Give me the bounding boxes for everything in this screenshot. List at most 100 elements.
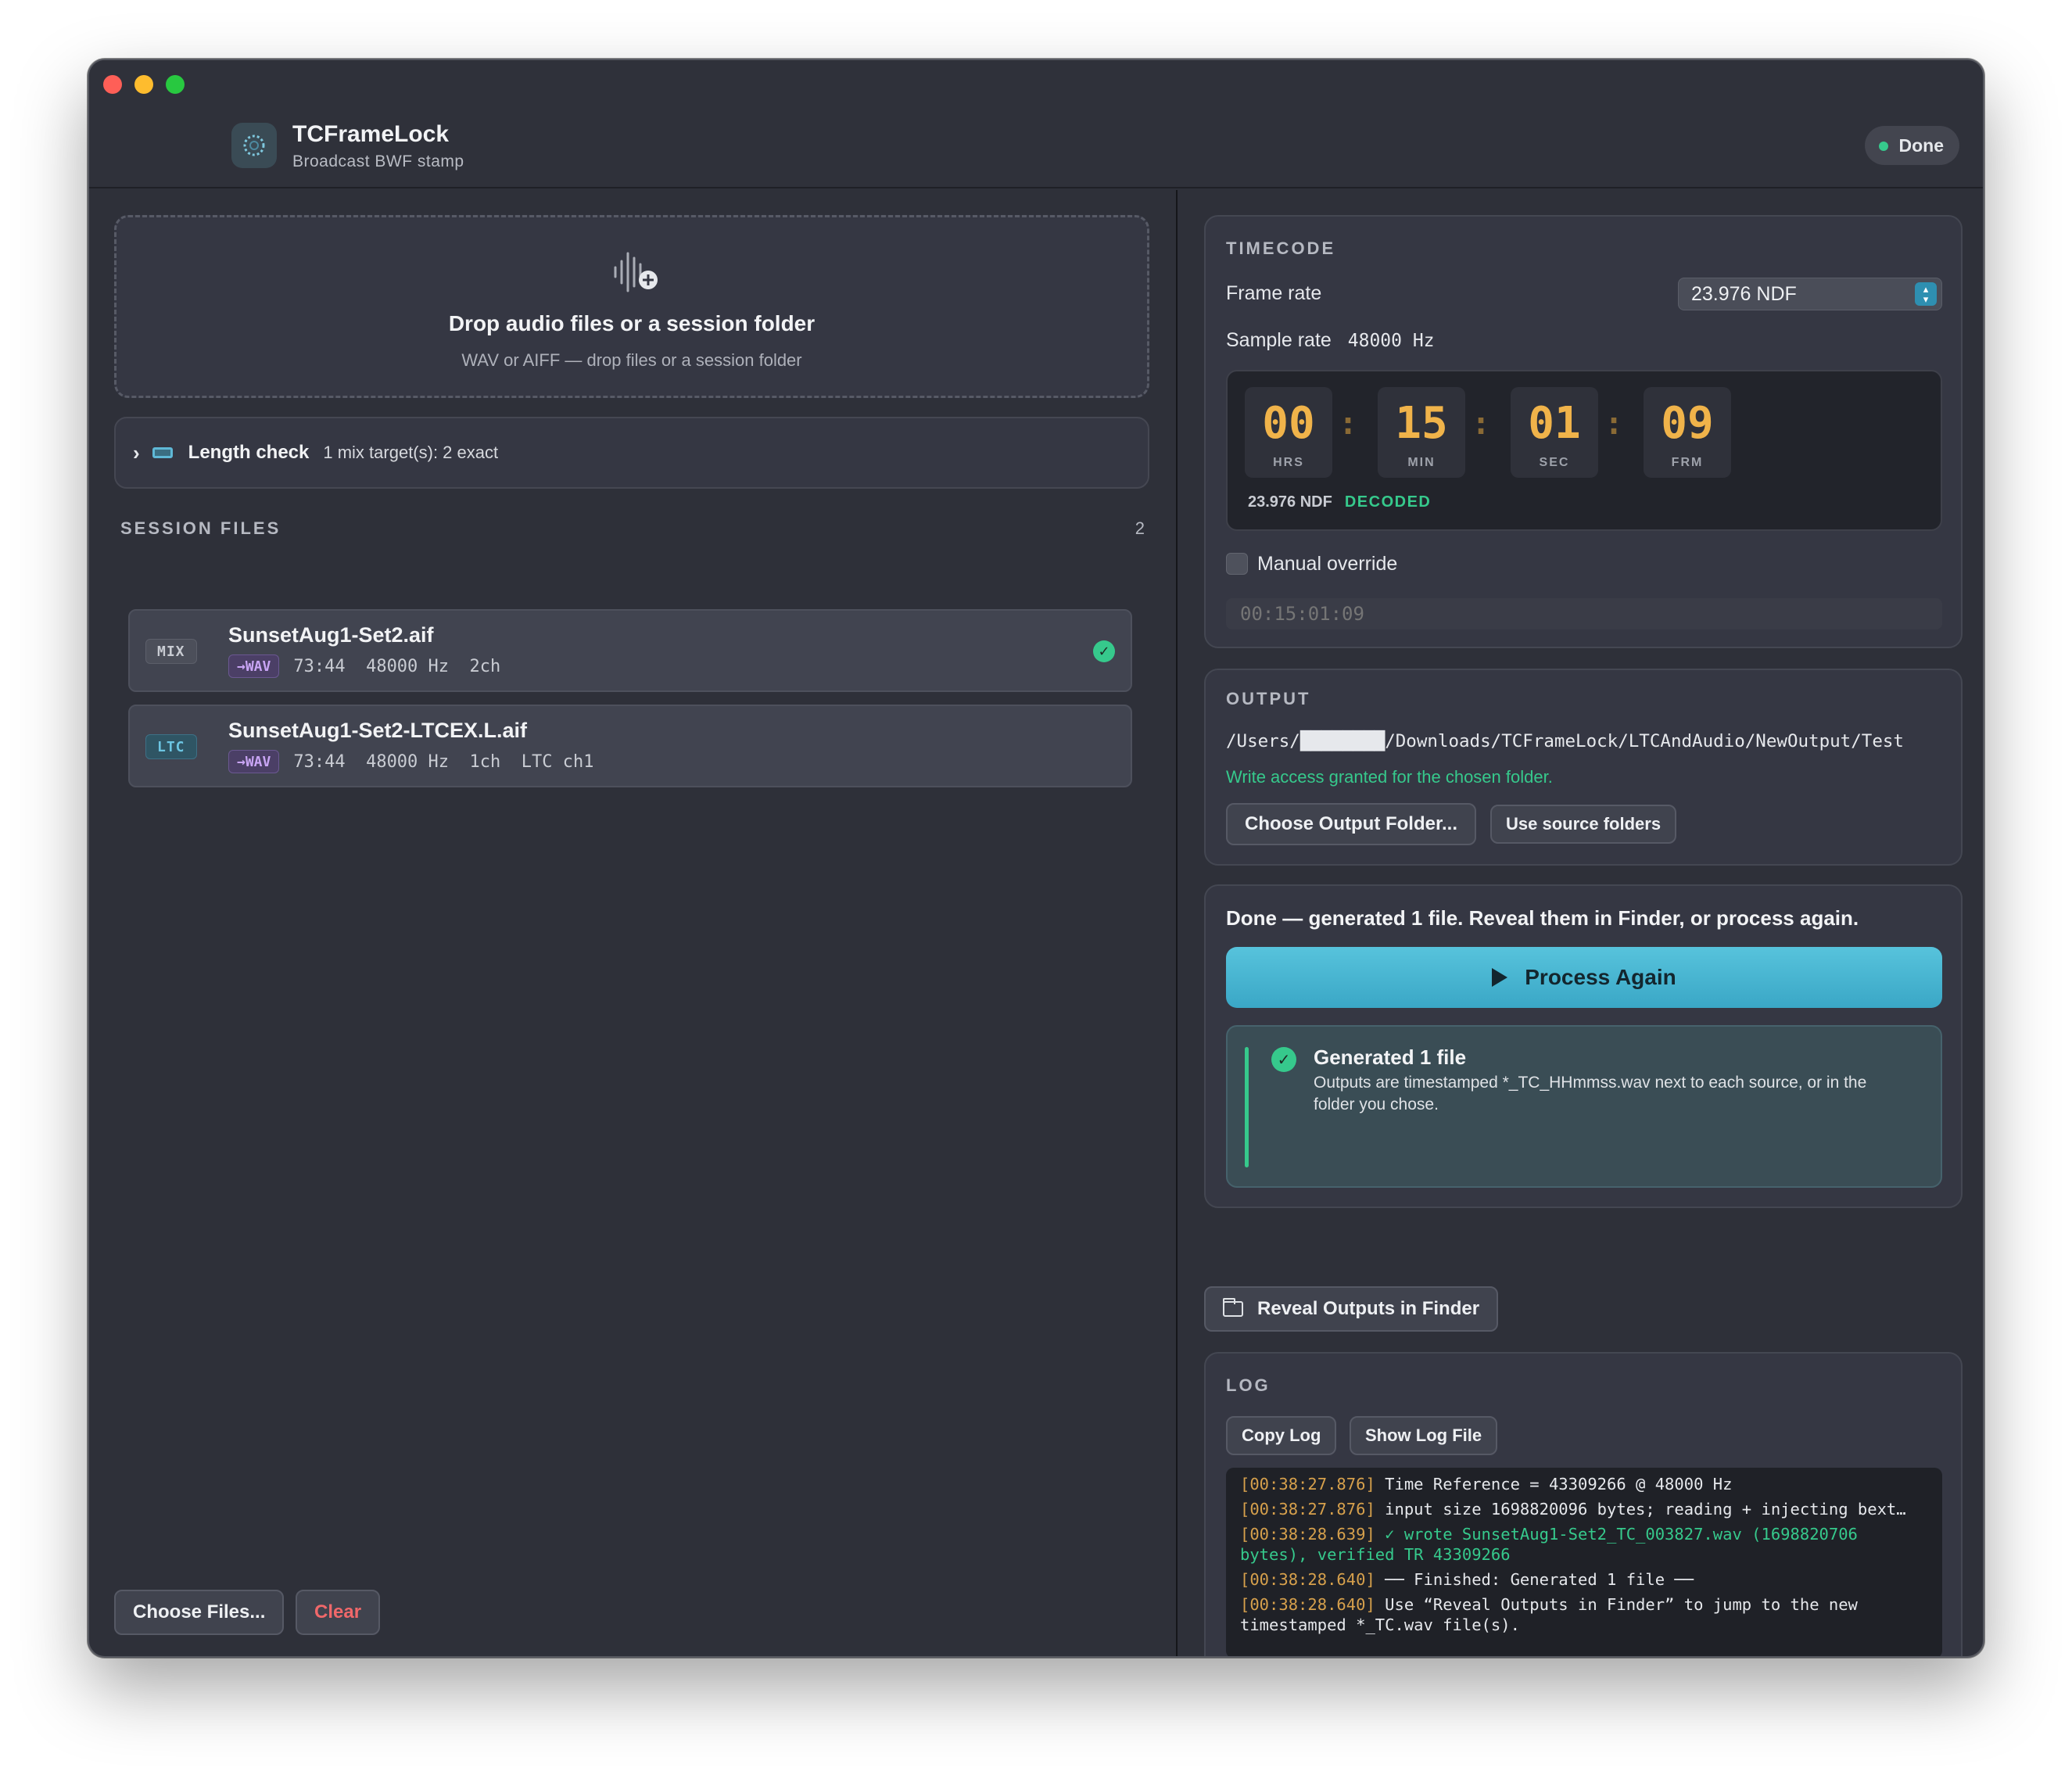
frame-rate-value: 23.976 NDF (1691, 282, 1797, 305)
log-line: [00:38:28.640] ── Finished: Generated 1 … (1240, 1569, 1928, 1590)
log-card: LOG Copy Log Show Log File [00:38:27.876… (1204, 1352, 1963, 1656)
log-text: ── Finished: Generated 1 file ── (1375, 1570, 1694, 1589)
length-check-disclosure[interactable]: › Length check 1 mix target(s): 2 exact (114, 417, 1149, 489)
play-icon (1492, 968, 1508, 987)
timecode-card: TIMECODE Frame rate 23.976 NDF ▴ ▾ Sample… (1204, 215, 1963, 648)
log-line: [00:38:28.640] Use “Reveal Outputs in Fi… (1240, 1594, 1928, 1635)
title-bar: TCFrameLock Broadcast BWF stamp Done (89, 60, 1983, 188)
tc-seconds-cell: 01 SEC (1511, 387, 1598, 478)
timecode-display: 00 HRS : 15 MIN : 01 SEC : 09 FRM 23.976… (1226, 370, 1942, 531)
write-access-message: Write access granted for the chosen fold… (1226, 767, 1553, 787)
tc-separator: : (1339, 406, 1358, 442)
file-meta: →WAV 73:44 48000 Hz 1ch LTC ch1 (228, 750, 593, 773)
accent-bar (1245, 1047, 1249, 1167)
copy-log-button[interactable]: Copy Log (1226, 1416, 1337, 1455)
use-source-folders-button[interactable]: Use source folders (1490, 805, 1677, 844)
tc-seconds: 01 (1528, 398, 1581, 449)
log-timestamp: [00:38:28.640] (1240, 1595, 1375, 1614)
log-timestamp: [00:38:27.876] (1240, 1500, 1375, 1519)
status-label: Done (1898, 134, 1945, 156)
tc-minutes-cell: 15 MIN (1378, 387, 1465, 478)
tc-frames: 09 (1661, 398, 1714, 449)
result-message: Done — generated 1 file. Reveal them in … (1226, 906, 1859, 930)
chevron-right-icon: › (133, 440, 140, 464)
log-timestamp: [00:38:28.640] (1240, 1570, 1375, 1589)
tc-frames-unit: FRM (1671, 456, 1704, 469)
tc-hours-unit: HRS (1273, 456, 1304, 469)
left-panel: Drop audio files or a session folder WAV… (89, 190, 1176, 1656)
clear-button[interactable]: Clear (296, 1590, 381, 1635)
timecode-title: TIMECODE (1226, 238, 1336, 258)
generated-description: Outputs are timestamped *_TC_HHmmss.wav … (1314, 1074, 1867, 1113)
output-path: /Users/████████/Downloads/TCFrameLock/LT… (1226, 731, 1904, 751)
checkmark-icon: ✓ (1093, 640, 1115, 662)
frame-rate-select[interactable]: 23.976 NDF ▴ ▾ (1678, 278, 1942, 310)
length-check-label: Length check (188, 442, 310, 463)
kind-badge: MIX (145, 639, 197, 664)
file-row-ltc[interactable]: LTC SunsetAug1-Set2-LTCEX.L.aif →WAV 73:… (128, 705, 1132, 787)
tc-separator: : (1472, 406, 1491, 442)
drop-zone-subtitle: WAV or AIFF — drop files or a session fo… (461, 350, 802, 370)
log-title: LOG (1226, 1375, 1271, 1395)
output-card: OUTPUT /Users/████████/Downloads/TCFrame… (1204, 669, 1963, 866)
tc-minutes-unit: MIN (1407, 456, 1436, 469)
output-title: OUTPUT (1226, 689, 1311, 708)
tc-hours: 00 (1262, 398, 1315, 449)
file-meta-text: 73:44 48000 Hz 1ch LTC ch1 (293, 751, 594, 772)
choose-output-folder-button[interactable]: Choose Output Folder... (1226, 803, 1476, 845)
session-files-title: SESSION FILES (120, 518, 281, 538)
sample-rate-label: Sample rate (1226, 329, 1332, 351)
audio-add-icon (611, 247, 661, 301)
log-output[interactable]: [00:38:27.876] Time Reference = 43309266… (1226, 1468, 1942, 1656)
manual-override-label[interactable]: Manual override (1257, 553, 1397, 576)
process-again-label: Process Again (1525, 965, 1676, 989)
log-line: [00:38:27.876] Time Reference = 43309266… (1240, 1474, 1928, 1494)
file-row-mix[interactable]: MIX SunsetAug1-Set2.aif →WAV 73:44 48000… (128, 609, 1132, 692)
sample-rate-row: Sample rate 48000 Hz (1226, 329, 1435, 352)
manual-override-checkbox[interactable] (1226, 553, 1248, 575)
file-meta: →WAV 73:44 48000 Hz 2ch (228, 654, 500, 678)
app-subtitle: Broadcast BWF stamp (292, 152, 464, 170)
file-name: SunsetAug1-Set2.aif (228, 623, 434, 647)
status-badge: Done (1864, 126, 1959, 165)
drop-zone-title: Drop audio files or a session folder (448, 311, 816, 335)
checkmark-icon: ✓ (1271, 1047, 1296, 1072)
folder-icon (1223, 1298, 1243, 1317)
app-title: TCFrameLock (292, 121, 450, 147)
generated-title: Generated 1 file (1314, 1045, 1467, 1069)
minimize-window-button[interactable] (134, 75, 153, 94)
sample-rate-value: 48000 Hz (1347, 331, 1435, 351)
right-panel: TIMECODE Frame rate 23.976 NDF ▴ ▾ Sample… (1178, 190, 1983, 1656)
length-check-detail: 1 mix target(s): 2 exact (323, 443, 499, 462)
show-log-file-button[interactable]: Show Log File (1350, 1416, 1498, 1455)
status-dot-icon (1878, 142, 1888, 151)
reveal-outputs-button[interactable]: Reveal Outputs in Finder (1204, 1286, 1499, 1332)
log-text: Time Reference = 43309266 @ 48000 Hz (1375, 1475, 1733, 1494)
generated-summary: ✓ Generated 1 file Outputs are timestamp… (1226, 1025, 1942, 1188)
result-card: Done — generated 1 file. Reveal them in … (1204, 884, 1963, 1208)
log-text: input size 1698820096 bytes; reading + i… (1375, 1500, 1906, 1519)
reveal-outputs-label: Reveal Outputs in Finder (1257, 1298, 1480, 1319)
tc-frames-cell: 09 FRM (1644, 387, 1731, 478)
zoom-window-button[interactable] (166, 75, 185, 94)
kind-badge: LTC (145, 734, 197, 759)
file-meta-text: 73:44 48000 Hz 2ch (293, 656, 501, 676)
choose-files-button[interactable]: Choose Files... (114, 1590, 285, 1635)
frame-rate-label: Frame rate (1226, 282, 1322, 304)
tc-status-row: 23.976 NDF DECODED (1248, 493, 1431, 511)
log-line: [00:38:28.639] ✓ wrote SunsetAug1-Set2_T… (1240, 1524, 1928, 1565)
tc-seconds-unit: SEC (1539, 456, 1570, 469)
session-files-count: 2 (1135, 518, 1145, 538)
manual-timecode-input[interactable] (1226, 598, 1942, 629)
tc-hours-cell: 00 HRS (1245, 387, 1332, 478)
file-name: SunsetAug1-Set2-LTCEX.L.aif (228, 719, 528, 742)
process-again-button[interactable]: Process Again (1226, 947, 1942, 1008)
drop-zone[interactable]: Drop audio files or a session folder WAV… (114, 215, 1149, 398)
log-line: [00:38:27.876] input size 1698820096 byt… (1240, 1499, 1928, 1519)
convert-badge: →WAV (228, 750, 280, 773)
app-logo-icon (231, 123, 277, 168)
convert-badge: →WAV (228, 654, 280, 678)
tc-decode-status: DECODED (1344, 493, 1432, 511)
ruler-icon (152, 447, 173, 458)
close-window-button[interactable] (103, 75, 122, 94)
